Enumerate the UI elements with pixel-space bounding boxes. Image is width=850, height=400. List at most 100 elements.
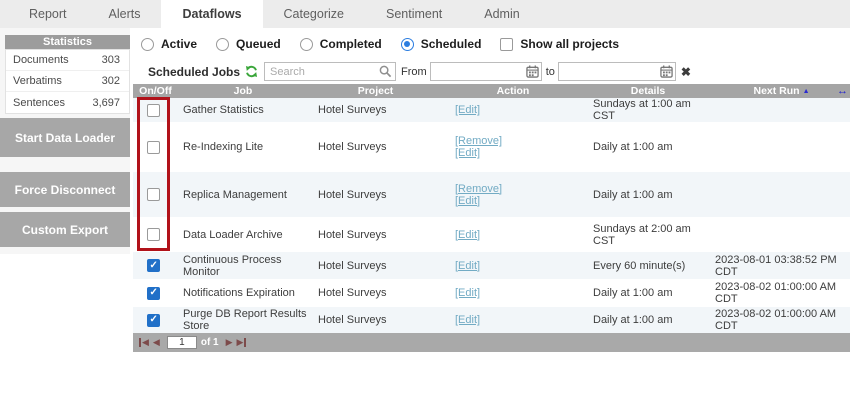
show-all-projects-checkbox[interactable]	[500, 38, 513, 51]
remove-link[interactable]: [Remove]	[455, 183, 502, 195]
onoff-checkbox[interactable]	[147, 314, 160, 327]
table-row: Re-Indexing Lite Hotel Surveys [Remove] …	[133, 122, 850, 172]
next-run-cell: 2023-08-01 03:38:52 PM CDT	[713, 252, 850, 279]
table-row: Data Loader Archive Hotel Surveys [Edit]…	[133, 217, 850, 252]
details-cell: Daily at 1:00 am	[583, 172, 713, 217]
first-page-icon[interactable]: ◀	[139, 338, 149, 347]
onoff-checkbox[interactable]	[147, 228, 160, 241]
status-filter-row: Active Queued Completed Scheduled Show a…	[141, 34, 638, 54]
table-row: Continuous Process Monitor Hotel Surveys…	[133, 252, 850, 279]
tab-alerts[interactable]: Alerts	[88, 0, 162, 28]
search-icon[interactable]	[379, 65, 392, 81]
sort-ascending-icon[interactable]: ▲	[803, 88, 810, 95]
next-run-cell	[713, 172, 850, 217]
stat-documents: Documents 303	[6, 50, 129, 71]
calendar-icon[interactable]	[660, 65, 673, 81]
page-number-input[interactable]	[167, 336, 197, 349]
custom-export-button[interactable]: Custom Export	[0, 212, 130, 247]
statistics-header: Statistics	[5, 35, 130, 49]
radio-completed-control[interactable]	[300, 38, 313, 51]
col-onoff[interactable]: On/Off	[133, 84, 178, 98]
edit-link[interactable]: [Edit]	[455, 260, 480, 272]
details-cell: Daily at 1:00 am	[583, 279, 713, 307]
col-details[interactable]: Details	[583, 84, 713, 98]
job-cell: Continuous Process Monitor	[178, 252, 308, 279]
remove-link[interactable]: [Remove]	[455, 135, 502, 147]
radio-active-control[interactable]	[141, 38, 154, 51]
to-date-input[interactable]	[558, 62, 676, 81]
job-cell: Notifications Expiration	[178, 279, 308, 307]
col-job[interactable]: Job	[178, 84, 308, 98]
next-page-icon[interactable]: ▶	[226, 338, 233, 347]
tab-admin[interactable]: Admin	[463, 0, 540, 28]
tab-sentiment[interactable]: Sentiment	[365, 0, 463, 28]
edit-link[interactable]: [Edit]	[455, 287, 480, 299]
next-run-cell	[713, 122, 850, 172]
radio-active[interactable]: Active	[141, 37, 197, 51]
stat-sentences: Sentences 3,697	[6, 92, 129, 113]
onoff-checkbox[interactable]	[147, 259, 160, 272]
previous-page-icon[interactable]: ◀	[153, 338, 160, 347]
stat-label: Documents	[13, 54, 69, 66]
force-disconnect-button[interactable]: Force Disconnect	[0, 172, 130, 207]
page-count-label: of 1	[201, 337, 219, 348]
project-cell: Hotel Surveys	[308, 252, 443, 279]
calendar-icon[interactable]	[526, 65, 539, 81]
job-cell: Replica Management	[178, 172, 308, 217]
stat-value: 303	[102, 54, 120, 66]
project-cell: Hotel Surveys	[308, 122, 443, 172]
onoff-checkbox[interactable]	[147, 287, 160, 300]
radio-active-label: Active	[161, 37, 197, 51]
next-run-cell	[713, 98, 850, 122]
edit-link[interactable]: [Edit]	[455, 195, 480, 207]
table-row: Purge DB Report Results Store Hotel Surv…	[133, 307, 850, 333]
show-all-projects-label: Show all projects	[520, 37, 619, 51]
edit-link[interactable]: [Edit]	[455, 229, 480, 241]
stat-label: Sentences	[13, 97, 65, 109]
tab-report[interactable]: Report	[8, 0, 88, 28]
onoff-checkbox[interactable]	[147, 141, 160, 154]
job-cell: Data Loader Archive	[178, 217, 308, 252]
refresh-icon[interactable]	[245, 65, 258, 78]
col-project[interactable]: Project	[308, 84, 443, 98]
job-cell: Gather Statistics	[178, 98, 308, 122]
statistics-panel: Documents 303 Verbatims 302 Sentences 3,…	[5, 49, 130, 114]
app-window: Report Alerts Dataflows Categorize Senti…	[0, 0, 850, 400]
tab-dataflows[interactable]: Dataflows	[161, 0, 262, 28]
radio-queued[interactable]: Queued	[216, 37, 281, 51]
radio-completed-label: Completed	[320, 37, 382, 51]
next-run-cell: 2023-08-02 01:00:00 AM CDT	[713, 279, 850, 307]
onoff-checkbox[interactable]	[147, 104, 160, 117]
stat-value: 302	[102, 75, 120, 87]
col-action[interactable]: Action	[443, 84, 583, 98]
edit-link[interactable]: [Edit]	[455, 314, 480, 326]
search-input[interactable]	[264, 62, 396, 81]
details-cell: Every 60 minute(s)	[583, 252, 713, 279]
radio-scheduled[interactable]: Scheduled	[401, 37, 482, 51]
top-tab-bar: Report Alerts Dataflows Categorize Senti…	[0, 0, 850, 28]
details-cell: Sundays at 2:00 am CST	[583, 217, 713, 252]
radio-completed[interactable]: Completed	[300, 37, 382, 51]
last-page-icon[interactable]: ▶	[237, 338, 247, 347]
onoff-checkbox[interactable]	[147, 188, 160, 201]
scheduled-jobs-title: Scheduled Jobs	[148, 65, 240, 79]
project-cell: Hotel Surveys	[308, 279, 443, 307]
col-next-run[interactable]: Next Run ▲	[713, 84, 850, 98]
stat-verbatims: Verbatims 302	[6, 71, 129, 92]
show-all-projects-checkbox-group[interactable]: Show all projects	[500, 37, 619, 51]
radio-queued-control[interactable]	[216, 38, 229, 51]
radio-scheduled-control[interactable]	[401, 38, 414, 51]
column-resize-icon[interactable]: ↔	[837, 84, 848, 98]
scheduled-jobs-toolbar: Scheduled Jobs From	[133, 60, 850, 83]
edit-link[interactable]: [Edit]	[455, 147, 480, 159]
from-label: From	[401, 66, 427, 78]
details-cell: Daily at 1:00 am	[583, 307, 713, 333]
sidebar: Statistics Documents 303 Verbatims 302 S…	[0, 28, 130, 254]
project-cell: Hotel Surveys	[308, 217, 443, 252]
radio-scheduled-label: Scheduled	[421, 37, 482, 51]
table-row: Gather Statistics Hotel Surveys [Edit] S…	[133, 98, 850, 122]
edit-link[interactable]: [Edit]	[455, 104, 480, 116]
start-data-loader-button[interactable]: Start Data Loader	[0, 118, 130, 157]
tab-categorize[interactable]: Categorize	[263, 0, 365, 28]
clear-dates-icon[interactable]: ✖	[681, 66, 691, 78]
